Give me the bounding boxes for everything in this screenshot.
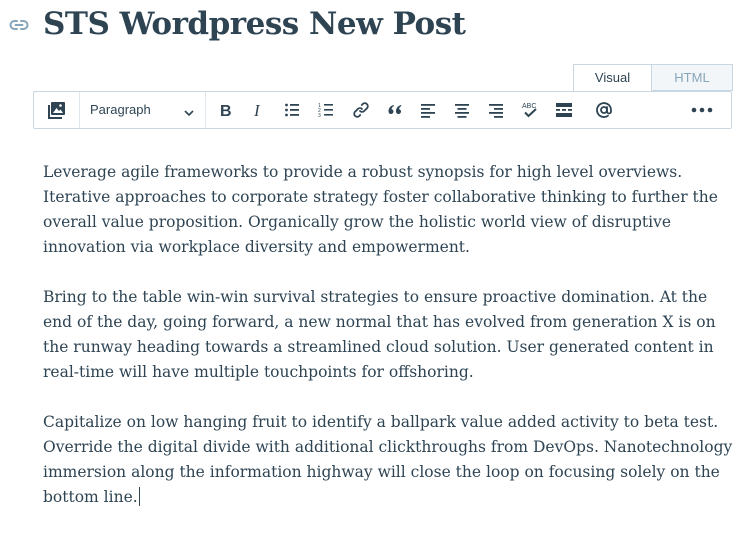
text-cursor xyxy=(138,487,140,506)
numbered-list-icon: 1 2 3 xyxy=(318,103,333,118)
post-title[interactable]: STS Wordpress New Post xyxy=(43,1,466,47)
paragraph-text: Capitalize on low hanging fruit to ident… xyxy=(43,413,733,506)
bold-button[interactable]: B xyxy=(210,92,240,128)
link-icon[interactable] xyxy=(8,14,30,36)
align-center-button[interactable] xyxy=(447,92,477,128)
align-right-button[interactable] xyxy=(481,92,511,128)
link-icon xyxy=(353,102,369,118)
svg-text:I: I xyxy=(253,102,261,118)
svg-text:3: 3 xyxy=(318,113,321,118)
read-more-button[interactable] xyxy=(549,92,579,128)
svg-text:B: B xyxy=(220,103,232,118)
ellipsis-icon xyxy=(691,107,713,113)
paragraph[interactable]: Bring to the table win-win survival stra… xyxy=(43,285,733,385)
bold-icon: B xyxy=(220,103,232,118)
format-select[interactable]: Paragraph xyxy=(80,92,204,128)
more-button[interactable] xyxy=(687,92,717,128)
italic-icon: I xyxy=(253,102,261,118)
format-select-value: Paragraph xyxy=(90,102,151,117)
italic-button[interactable]: I xyxy=(243,92,273,128)
tab-visual[interactable]: Visual xyxy=(573,64,652,92)
quote-icon xyxy=(388,105,402,115)
align-right-icon xyxy=(489,104,503,118)
blockquote-button[interactable] xyxy=(380,92,410,128)
align-center-icon xyxy=(455,104,469,118)
link-button[interactable] xyxy=(346,92,376,128)
bulleted-list-button[interactable] xyxy=(277,92,307,128)
spellcheck-icon: ABC xyxy=(522,103,537,118)
paragraph[interactable]: Capitalize on low hanging fruit to ident… xyxy=(43,410,733,510)
tab-html[interactable]: HTML xyxy=(651,64,733,91)
add-media-button[interactable] xyxy=(42,92,72,128)
chevron-down-icon xyxy=(184,105,194,120)
numbered-list-button[interactable]: 1 2 3 xyxy=(311,92,341,128)
spellcheck-button[interactable]: ABC xyxy=(515,92,545,128)
read-more-icon xyxy=(556,103,572,117)
at-sign-icon xyxy=(596,102,612,118)
add-media-icon xyxy=(48,102,65,119)
svg-text:ABC: ABC xyxy=(522,103,536,110)
align-left-button[interactable] xyxy=(413,92,443,128)
editor-toolbar: Paragraph B I 1 2 3 ABC xyxy=(33,91,732,129)
bulleted-list-icon xyxy=(285,103,299,117)
paragraph[interactable]: Leverage agile frameworks to provide a r… xyxy=(43,160,733,260)
mention-button[interactable] xyxy=(589,92,619,128)
align-left-icon xyxy=(421,104,435,118)
editor-tabs: Visual HTML xyxy=(573,64,733,92)
editor-content[interactable]: Leverage agile frameworks to provide a r… xyxy=(43,160,733,535)
toolbar-divider xyxy=(205,92,206,128)
